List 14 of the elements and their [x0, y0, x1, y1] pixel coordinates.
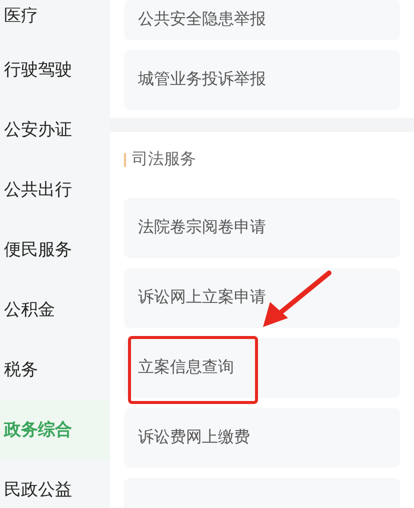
category-tab[interactable]: 公共出行 — [0, 160, 110, 220]
category-tab[interactable]: 医疗 — [0, 0, 110, 40]
service-item[interactable]: 诉讼网上立案申请 — [124, 268, 400, 328]
service-item[interactable]: 法院卷宗阅卷申请 — [124, 198, 400, 258]
category-tab[interactable]: 公积金 — [0, 280, 110, 340]
section-title: 司法服务 — [132, 150, 196, 170]
service-item[interactable]: 公共安全隐患举报 — [124, 0, 400, 40]
category-tab[interactable]: 公安办证 — [0, 100, 110, 160]
category-tab[interactable]: 行驶驾驶 — [0, 40, 110, 100]
service-item[interactable]: 诉讼费网上缴费 — [124, 408, 400, 468]
category-tab[interactable]: 税务 — [0, 340, 110, 400]
service-item[interactable]: 城管业务投诉举报 — [124, 50, 400, 110]
category-tab[interactable]: 便民服务 — [0, 220, 110, 280]
category-tab[interactable]: 民政公益 — [0, 460, 110, 508]
